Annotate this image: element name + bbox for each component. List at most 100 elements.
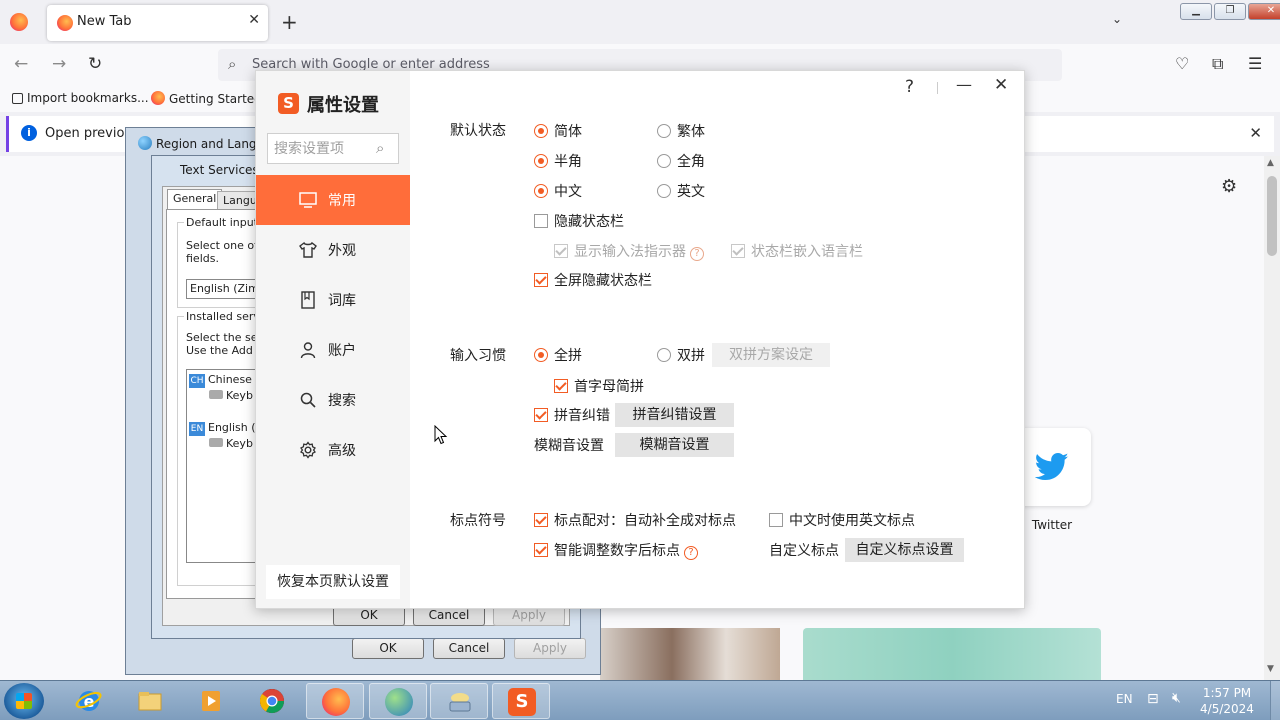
taskbar-explorer[interactable] bbox=[121, 683, 179, 719]
help-icon[interactable]: ? bbox=[905, 77, 914, 97]
radio-english[interactable]: 英文 bbox=[657, 181, 705, 201]
tree-item-label: English ( bbox=[208, 421, 256, 434]
taskbar-media-player[interactable] bbox=[182, 683, 240, 719]
internet-explorer-icon: e bbox=[75, 691, 102, 711]
clock-date: 4/5/2024 bbox=[1200, 702, 1254, 716]
pocket-icon[interactable]: ♡ bbox=[1175, 54, 1189, 73]
forward-icon[interactable]: → bbox=[52, 54, 66, 74]
checkbox-pinyin-correction[interactable]: 拼音纠错 bbox=[534, 405, 610, 425]
radio-double-pinyin[interactable]: 双拼 bbox=[657, 345, 705, 365]
input-language-indicator[interactable]: EN bbox=[1116, 692, 1133, 706]
checkbox-english-punct[interactable]: 中文时使用英文标点 bbox=[769, 510, 915, 530]
language-flag: EN bbox=[189, 422, 205, 436]
radio-half-width[interactable]: 半角 bbox=[534, 151, 582, 171]
start-button[interactable] bbox=[4, 683, 44, 719]
radio-traditional[interactable]: 繁体 bbox=[657, 121, 705, 141]
tab-new-tab[interactable]: New Tab ✕ bbox=[47, 5, 268, 41]
checkbox-smart-number-punct[interactable]: 智能调整数字后标点? bbox=[534, 540, 698, 560]
nav-search[interactable]: 搜索 bbox=[256, 375, 410, 425]
tab-general[interactable]: General bbox=[167, 189, 223, 209]
nav-advanced[interactable]: 高级 bbox=[256, 425, 410, 475]
page-scrollbar[interactable]: ▲ ▼ bbox=[1264, 156, 1280, 680]
new-tab-button[interactable]: + bbox=[281, 10, 298, 34]
title-separator bbox=[937, 82, 938, 94]
taskbar-sogou[interactable]: S bbox=[492, 683, 550, 719]
double-pinyin-scheme-button[interactable]: 双拼方案设定 bbox=[712, 343, 830, 367]
settings-search-input[interactable] bbox=[274, 139, 374, 158]
taskbar-region-language[interactable] bbox=[369, 683, 427, 719]
fuzzy-sound-settings-button[interactable]: 模糊音设置 bbox=[615, 433, 734, 457]
radio-simplified[interactable]: 简体 bbox=[534, 121, 582, 141]
menu-icon[interactable]: ☰ bbox=[1248, 54, 1262, 73]
option-label: 拼音纠错 bbox=[554, 408, 610, 424]
installed-services-tree[interactable]: CH Chinese Keyb EN English ( Keyb bbox=[186, 369, 266, 563]
show-desktop-button[interactable] bbox=[1270, 681, 1280, 720]
tree-item-keyboard[interactable]: Keyb bbox=[209, 389, 253, 402]
restore-button[interactable]: ❐ bbox=[1214, 3, 1246, 20]
bookmark-getting-started[interactable]: Getting Started bbox=[151, 91, 262, 106]
radio-full-pinyin[interactable]: 全拼 bbox=[534, 345, 582, 365]
region-cancel-button[interactable]: Cancel bbox=[433, 638, 505, 659]
nav-account[interactable]: 账户 bbox=[256, 325, 410, 375]
volume-muted-icon[interactable]: 🔇︎ bbox=[1172, 690, 1181, 706]
sogou-icon: S bbox=[508, 688, 536, 716]
checkbox-auto-pair[interactable]: 标点配对：自动补全成对标点 bbox=[534, 510, 736, 530]
radio-unchecked bbox=[657, 348, 671, 362]
option-label: 智能调整数字后标点 bbox=[554, 543, 680, 559]
extensions-icon[interactable]: ⧉ bbox=[1212, 54, 1223, 74]
tree-item-english[interactable]: EN English ( bbox=[189, 421, 256, 436]
taskbar-text-services[interactable] bbox=[430, 683, 488, 719]
taskbar-ie[interactable]: e bbox=[60, 683, 118, 719]
list-tabs-icon[interactable]: ⌄ bbox=[1112, 12, 1122, 26]
tab-close-icon[interactable]: ✕ bbox=[248, 12, 260, 28]
reload-icon[interactable]: ↻ bbox=[88, 54, 102, 74]
network-icon[interactable]: ⊟ bbox=[1147, 691, 1159, 707]
checkbox-fullscreen-hide[interactable]: 全屏隐藏状态栏 bbox=[534, 270, 652, 290]
help-icon[interactable]: ? bbox=[690, 247, 704, 261]
settings-search[interactable]: ⌕ bbox=[267, 133, 399, 164]
custom-punct-settings-button[interactable]: 自定义标点设置 bbox=[845, 538, 964, 562]
pinyin-correction-settings-button[interactable]: 拼音纠错设置 bbox=[615, 403, 734, 427]
minimize-button[interactable]: ▁ bbox=[1180, 3, 1212, 20]
nav-dictionary[interactable]: 词库 bbox=[256, 275, 410, 325]
scroll-up-icon[interactable]: ▲ bbox=[1267, 158, 1274, 168]
restore-defaults-button[interactable]: 恢复本页默认设置 bbox=[266, 565, 400, 599]
checkbox-show-ime-indicator[interactable]: 显示输入法指示器? bbox=[554, 241, 704, 261]
system-clock[interactable]: 1:57 PM 4/5/2024 bbox=[1196, 685, 1258, 717]
settings-title: 属性设置 bbox=[307, 95, 379, 116]
story-image[interactable] bbox=[803, 628, 1101, 680]
scroll-down-icon[interactable]: ▼ bbox=[1267, 664, 1274, 674]
region-ok-button[interactable]: OK bbox=[352, 638, 424, 659]
bookmark-import[interactable]: Import bookmarks... bbox=[12, 91, 149, 105]
tree-item-keyboard[interactable]: Keyb bbox=[209, 437, 253, 450]
region-apply-button[interactable]: Apply bbox=[514, 638, 586, 659]
nav-common[interactable]: 常用 bbox=[256, 175, 410, 225]
taskbar-firefox[interactable] bbox=[306, 683, 364, 719]
close-button[interactable]: ✕ bbox=[994, 75, 1008, 95]
keyboard-icon bbox=[449, 693, 471, 712]
back-icon[interactable]: ← bbox=[14, 54, 28, 74]
window-controls: ▁ ❐ ✕ bbox=[1180, 3, 1280, 20]
minimize-button[interactable]: — bbox=[956, 75, 972, 94]
globe-icon bbox=[138, 136, 152, 150]
taskbar-chrome[interactable] bbox=[243, 683, 301, 719]
gear-icon[interactable]: ⚙ bbox=[1221, 176, 1237, 197]
radio-full-width[interactable]: 全角 bbox=[657, 151, 705, 171]
nav-label: 词库 bbox=[328, 293, 356, 309]
checkbox-initial-abbrev[interactable]: 首字母简拼 bbox=[554, 376, 644, 396]
nav-appearance[interactable]: 外观 bbox=[256, 225, 410, 275]
help-icon[interactable]: ? bbox=[684, 546, 698, 560]
clock-time: 1:57 PM bbox=[1202, 686, 1252, 700]
checkbox-embed-language-bar[interactable]: 状态栏嵌入语言栏 bbox=[731, 241, 863, 261]
checkbox-hide-status-bar[interactable]: 隐藏状态栏 bbox=[534, 211, 624, 231]
radio-chinese[interactable]: 中文 bbox=[534, 181, 582, 201]
notification-close-icon[interactable]: ✕ bbox=[1249, 124, 1262, 142]
tree-item-label: Keyb bbox=[226, 389, 253, 402]
scroll-thumb[interactable] bbox=[1267, 176, 1277, 256]
firefox-view-icon[interactable] bbox=[10, 13, 28, 31]
story-image[interactable] bbox=[600, 628, 780, 680]
search-icon[interactable]: ⌕ bbox=[376, 139, 384, 157]
tree-item-chinese[interactable]: CH Chinese bbox=[189, 373, 252, 388]
close-window-button[interactable]: ✕ bbox=[1248, 3, 1280, 20]
user-icon bbox=[300, 342, 316, 359]
